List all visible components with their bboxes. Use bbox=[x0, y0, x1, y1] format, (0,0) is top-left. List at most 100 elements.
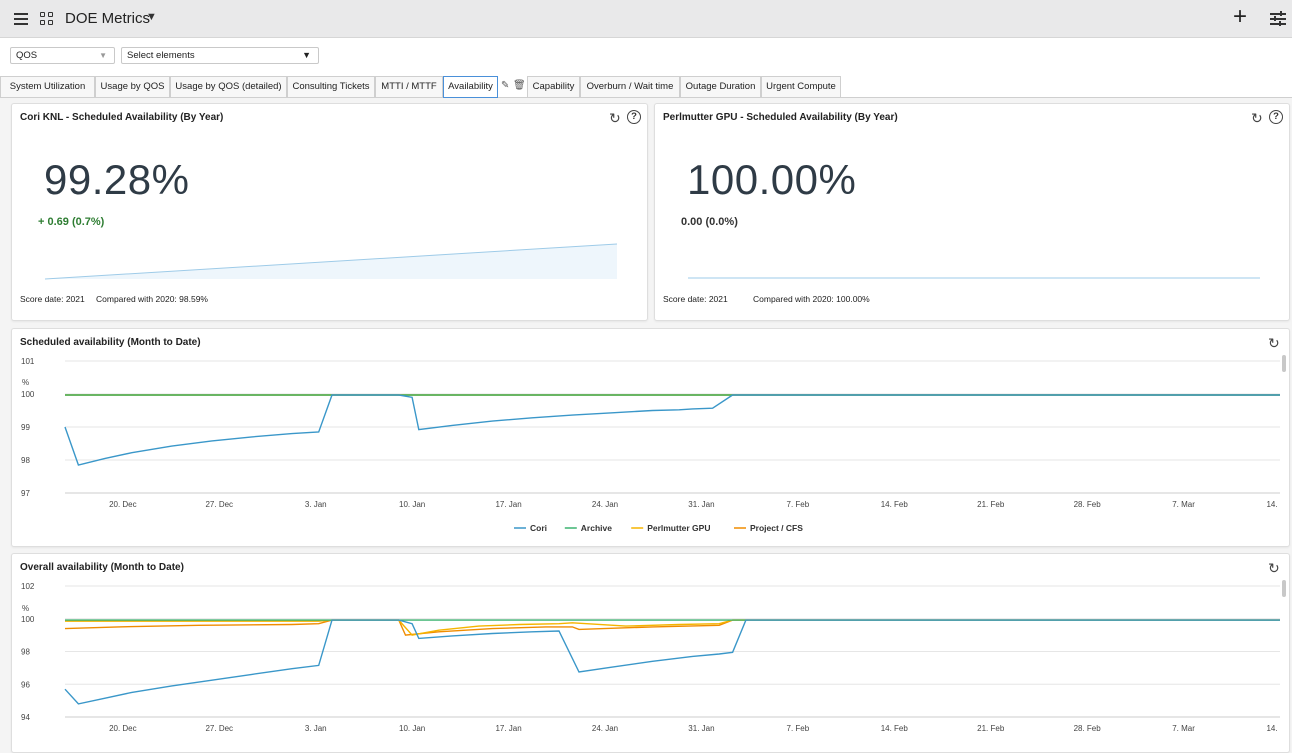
refresh-icon[interactable]: ↻ bbox=[1268, 560, 1280, 577]
kpi-delta: + 0.69 (0.7%) bbox=[38, 216, 105, 228]
refresh-icon[interactable]: ↻ bbox=[1268, 335, 1280, 352]
tab-system-utilization[interactable]: System Utilization bbox=[0, 76, 95, 97]
y-axis-unit: % bbox=[22, 604, 29, 613]
y-tick-label: 98 bbox=[21, 456, 30, 465]
legend-item[interactable]: Archive bbox=[581, 523, 612, 533]
elements-select[interactable]: Select elements ▼ bbox=[121, 47, 319, 64]
y-tick-label: 100 bbox=[21, 390, 35, 399]
series-line-cori[interactable] bbox=[64, 619, 1280, 705]
y-tick-label: 97 bbox=[21, 489, 30, 498]
chart-title: Scheduled availability (Month to Date) bbox=[20, 337, 201, 348]
card-title: Perlmutter GPU - Scheduled Availability … bbox=[663, 112, 898, 123]
x-tick-label: 7. Mar bbox=[1172, 500, 1195, 509]
y-tick-label: 98 bbox=[21, 648, 30, 657]
kpi-trend-sparkline bbox=[44, 243, 618, 280]
x-tick-label: 21. Feb bbox=[977, 500, 1005, 509]
help-icon[interactable]: ? bbox=[627, 110, 641, 124]
sliders-icon[interactable] bbox=[1270, 11, 1286, 26]
refresh-icon[interactable]: ↻ bbox=[609, 110, 621, 127]
dashboard-grid-icon[interactable] bbox=[40, 12, 54, 26]
overall-availability-card: Overall availability (Month to Date) ↻ 1… bbox=[11, 553, 1290, 753]
tab-overburn-wait-time[interactable]: Overburn / Wait time bbox=[580, 76, 680, 97]
menu-icon[interactable] bbox=[14, 13, 28, 25]
y-tick-label: 101 bbox=[21, 357, 35, 366]
legend-item[interactable]: Project / CFS bbox=[750, 523, 803, 533]
x-tick-label: 14. Feb bbox=[881, 500, 909, 509]
plus-icon[interactable]: + bbox=[1233, 5, 1247, 29]
tab-mtti-mttf[interactable]: MTTI / MTTF bbox=[375, 76, 443, 97]
kpi-value: 100.00% bbox=[687, 156, 857, 203]
x-tick-label: 20. Dec bbox=[109, 500, 137, 509]
overall-availability-chart: 102 100 98 96 94% 20. Dec 27. Dec 3. Jan 10. Jan… bbox=[21, 582, 1280, 733]
qos-select-value: QOS bbox=[16, 50, 38, 61]
tab-capability[interactable]: Capability bbox=[527, 76, 580, 97]
tab-outage-duration[interactable]: Outage Duration bbox=[680, 76, 761, 97]
x-tick-label: 14. Mar bbox=[1266, 724, 1280, 733]
x-tick-label: 31. Jan bbox=[688, 724, 714, 733]
kpi-delta: 0.00 (0.0%) bbox=[681, 216, 738, 228]
x-tick-label: 20. Dec bbox=[109, 724, 137, 733]
dashboard-dropdown-icon[interactable]: ▼ bbox=[146, 11, 157, 23]
tab-bar: System Utilization Usage by QOS Usage by… bbox=[0, 72, 1292, 98]
perlmutter-availability-card: Perlmutter GPU - Scheduled Availability … bbox=[654, 103, 1290, 321]
help-icon[interactable]: ? bbox=[1269, 110, 1283, 124]
scrollbar-thumb[interactable] bbox=[1282, 355, 1286, 372]
x-tick-label: 3. Jan bbox=[305, 500, 327, 509]
legend-item[interactable]: Perlmutter GPU bbox=[647, 523, 710, 533]
x-tick-label: 14. Mar bbox=[1266, 500, 1280, 509]
series-line-perlmutter-gpu[interactable] bbox=[65, 619, 1280, 636]
y-tick-label: 94 bbox=[21, 713, 30, 722]
delete-tab-icon[interactable]: 🗑 bbox=[513, 80, 526, 91]
y-axis-unit: % bbox=[22, 378, 29, 387]
dashboard-title[interactable]: DOE Metrics bbox=[65, 10, 150, 27]
chevron-down-icon: ▼ bbox=[302, 50, 311, 60]
x-tick-label: 10. Jan bbox=[399, 500, 425, 509]
top-bar: DOE Metrics ▼ + bbox=[0, 0, 1292, 38]
x-tick-label: 31. Jan bbox=[688, 500, 714, 509]
x-tick-label: 7. Feb bbox=[787, 724, 810, 733]
y-tick-label: 99 bbox=[21, 423, 30, 432]
tab-availability[interactable]: Availability bbox=[443, 76, 498, 98]
x-tick-label: 28. Feb bbox=[1074, 724, 1102, 733]
y-tick-label: 96 bbox=[21, 680, 30, 689]
filter-bar: QOS ▼ Select elements ▼ bbox=[0, 38, 1292, 72]
x-tick-label: 17. Jan bbox=[495, 724, 521, 733]
qos-select[interactable]: QOS ▼ bbox=[10, 47, 115, 64]
scheduled-availability-card: Scheduled availability (Month to Date) ↻… bbox=[11, 328, 1290, 547]
tab-consulting-tickets[interactable]: Consulting Tickets bbox=[287, 76, 375, 97]
x-tick-label: 14. Feb bbox=[881, 724, 909, 733]
tab-usage-by-qos[interactable]: Usage by QOS bbox=[95, 76, 170, 97]
score-date: Score date: 2021 bbox=[20, 294, 85, 304]
x-tick-label: 27. Dec bbox=[205, 500, 233, 509]
edit-tab-icon[interactable]: ✎ bbox=[501, 80, 509, 91]
compared-value: Compared with 2020: 100.00% bbox=[753, 294, 870, 304]
x-tick-label: 28. Feb bbox=[1074, 500, 1102, 509]
x-tick-label: 21. Feb bbox=[977, 724, 1005, 733]
series-line-cori[interactable] bbox=[64, 394, 1280, 466]
x-tick-label: 24. Jan bbox=[592, 724, 618, 733]
tab-urgent-compute[interactable]: Urgent Compute bbox=[761, 76, 841, 97]
y-tick-label: 102 bbox=[21, 582, 35, 591]
refresh-icon[interactable]: ↻ bbox=[1251, 110, 1263, 127]
tab-usage-by-qos-detailed[interactable]: Usage by QOS (detailed) bbox=[170, 76, 287, 97]
kpi-value: 99.28% bbox=[44, 156, 190, 203]
scheduled-availability-chart: 101 100 99 98 97% 20. Dec 27. Dec 3. Jan 10. Jan… bbox=[21, 357, 1280, 533]
x-tick-label: 24. Jan bbox=[592, 500, 618, 509]
compared-value: Compared with 2020: 98.59% bbox=[96, 294, 208, 304]
legend-item[interactable]: Cori bbox=[530, 523, 547, 533]
x-tick-label: 7. Mar bbox=[1172, 724, 1195, 733]
elements-select-placeholder: Select elements bbox=[127, 50, 195, 61]
x-tick-label: 17. Jan bbox=[495, 500, 521, 509]
chevron-down-icon: ▼ bbox=[99, 51, 107, 60]
kpi-trend-sparkline bbox=[688, 277, 1260, 279]
x-tick-label: 3. Jan bbox=[305, 724, 327, 733]
chart-title: Overall availability (Month to Date) bbox=[20, 562, 184, 573]
x-tick-label: 27. Dec bbox=[205, 724, 233, 733]
y-tick-label: 100 bbox=[21, 615, 35, 624]
series-line-project-cfs[interactable] bbox=[64, 619, 1280, 636]
cori-availability-card: Cori KNL - Scheduled Availability (By Ye… bbox=[11, 103, 648, 321]
x-tick-label: 10. Jan bbox=[399, 724, 425, 733]
card-title: Cori KNL - Scheduled Availability (By Ye… bbox=[20, 112, 224, 123]
x-tick-label: 7. Feb bbox=[787, 500, 810, 509]
scrollbar-thumb[interactable] bbox=[1282, 580, 1286, 597]
